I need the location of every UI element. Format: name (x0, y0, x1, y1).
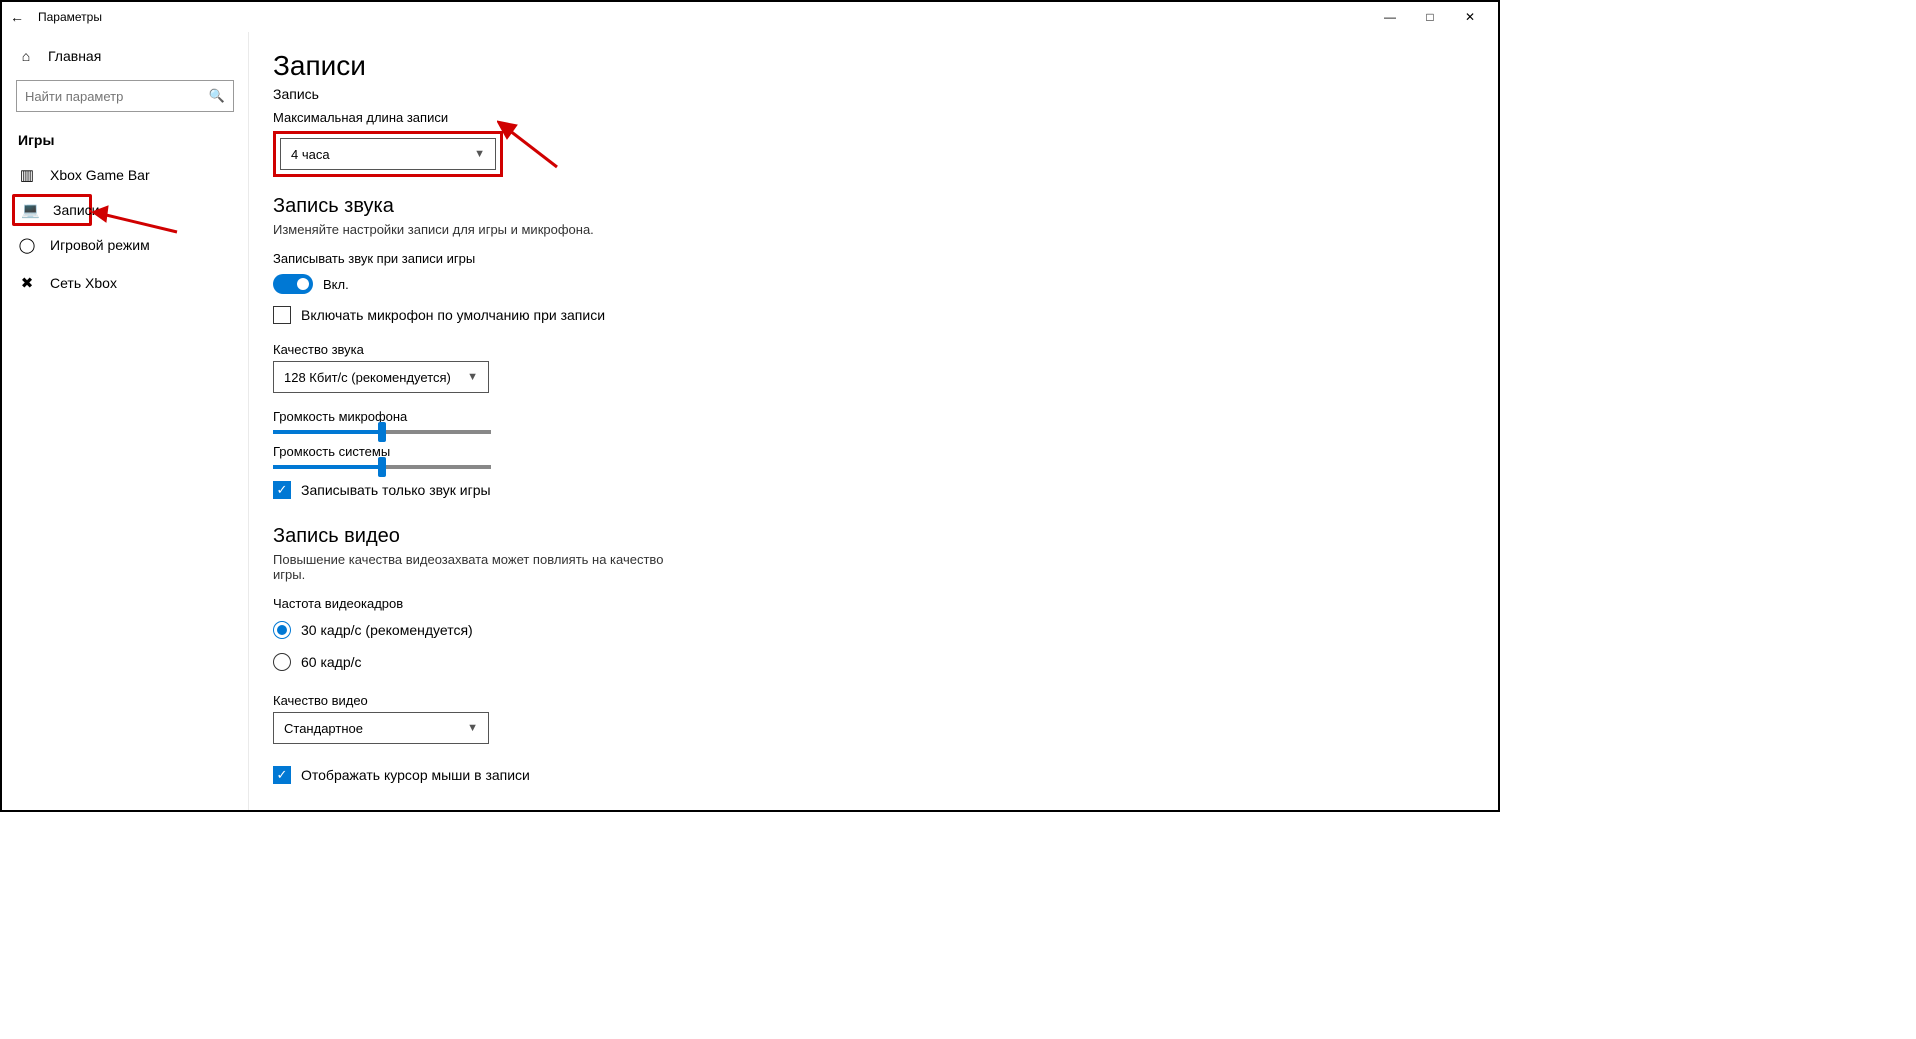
checkbox-icon: ✓ (273, 481, 291, 499)
back-button[interactable]: ← (10, 9, 24, 25)
home-icon: ⌂ (18, 48, 34, 64)
capture-audio-toggle[interactable] (273, 274, 313, 294)
radio-icon (273, 621, 291, 639)
section-audio-header: Запись звука (273, 195, 1498, 218)
mic-default-label: Включать микрофон по умолчанию при запис… (301, 307, 605, 323)
audio-desc: Изменяйте настройки записи для игры и ми… (273, 222, 693, 237)
xbox-net-icon: ✖ (18, 274, 36, 292)
search-icon: 🔍 (209, 88, 225, 104)
settings-window: ← Параметры ― □ ✕ ⌂ Главная 🔍 Игры ▥ Xbo… (0, 0, 1500, 812)
content: Записи Запись Максимальная длина записи … (249, 32, 1498, 810)
game-audio-only-checkbox[interactable]: ✓ Записывать только звук игры (273, 481, 1498, 499)
sidebar-item-label: Записи (53, 202, 99, 218)
mic-volume-slider[interactable] (273, 430, 491, 434)
sidebar-home[interactable]: ⌂ Главная (2, 38, 248, 74)
radio-icon (273, 653, 291, 671)
show-cursor-label: Отображать курсор мыши в записи (301, 767, 530, 783)
captures-icon: 💻 (21, 201, 39, 219)
highlight-maxlen: 4 часа ▼ (273, 131, 503, 177)
checkbox-icon (273, 306, 291, 324)
sys-volume-slider[interactable] (273, 465, 491, 469)
toggle-on-label: Вкл. (323, 277, 349, 292)
sidebar-item-label: Сеть Xbox (50, 275, 117, 291)
video-desc: Повышение качества видеозахвата может по… (273, 552, 693, 582)
game-audio-only-label: Записывать только звук игры (301, 482, 491, 498)
video-quality-dropdown[interactable]: Стандартное ▼ (273, 712, 489, 744)
maxlen-dropdown[interactable]: 4 часа ▼ (280, 138, 496, 170)
search-input[interactable]: 🔍 (16, 80, 234, 112)
fps-label: Частота видеокадров (273, 596, 1498, 611)
sys-volume-label: Громкость системы (273, 444, 1498, 459)
chevron-down-icon: ▼ (467, 722, 478, 734)
chevron-down-icon: ▼ (467, 371, 478, 383)
sidebar-item-label: Игровой режим (50, 237, 150, 253)
fps-60-label: 60 кадр/с (301, 654, 362, 670)
search-field[interactable] (25, 89, 209, 104)
maxlen-label: Максимальная длина записи (273, 110, 1498, 125)
video-quality-value: Стандартное (284, 721, 363, 736)
maxlen-value: 4 часа (291, 147, 330, 162)
audio-quality-dropdown[interactable]: 128 Кбит/с (рекомендуется) ▼ (273, 361, 489, 393)
mic-default-checkbox[interactable]: Включать микрофон по умолчанию при запис… (273, 306, 1498, 324)
sidebar-item-xbox-network[interactable]: ✖ Сеть Xbox (2, 264, 248, 302)
sidebar-item-label: Xbox Game Bar (50, 167, 150, 183)
sidebar: ⌂ Главная 🔍 Игры ▥ Xbox Game Bar 💻 Запис… (2, 32, 249, 810)
audio-quality-value: 128 Кбит/с (рекомендуется) (284, 370, 451, 385)
window-title: Параметры (38, 10, 102, 24)
sidebar-item-xbox-game-bar[interactable]: ▥ Xbox Game Bar (2, 156, 248, 194)
video-quality-label: Качество видео (273, 693, 1498, 708)
sidebar-item-captures[interactable]: 💻 Записи (12, 194, 92, 226)
sidebar-home-label: Главная (48, 48, 101, 64)
close-button[interactable]: ✕ (1450, 3, 1490, 31)
section-recording-header: Запись (273, 86, 1498, 102)
titlebar: ← Параметры ― □ ✕ (2, 2, 1498, 32)
fps-30-radio[interactable]: 30 кадр/с (рекомендуется) (273, 621, 1498, 639)
mic-volume-label: Громкость микрофона (273, 409, 1498, 424)
chevron-down-icon: ▼ (474, 148, 485, 160)
maximize-button[interactable]: □ (1410, 3, 1450, 31)
minimize-button[interactable]: ― (1370, 3, 1410, 31)
section-video-header: Запись видео (273, 525, 1498, 548)
page-title: Записи (273, 50, 1498, 82)
sidebar-item-game-mode[interactable]: ◯ Игровой режим (2, 226, 248, 264)
fps-60-radio[interactable]: 60 кадр/с (273, 653, 1498, 671)
game-mode-icon: ◯ (18, 236, 36, 254)
sidebar-category: Игры (2, 122, 248, 156)
audio-quality-label: Качество звука (273, 342, 1498, 357)
checkbox-icon: ✓ (273, 766, 291, 784)
xbox-bar-icon: ▥ (18, 166, 36, 184)
show-cursor-checkbox[interactable]: ✓ Отображать курсор мыши в записи (273, 766, 1498, 784)
fps-30-label: 30 кадр/с (рекомендуется) (301, 622, 473, 638)
capture-audio-label: Записывать звук при записи игры (273, 251, 1498, 266)
